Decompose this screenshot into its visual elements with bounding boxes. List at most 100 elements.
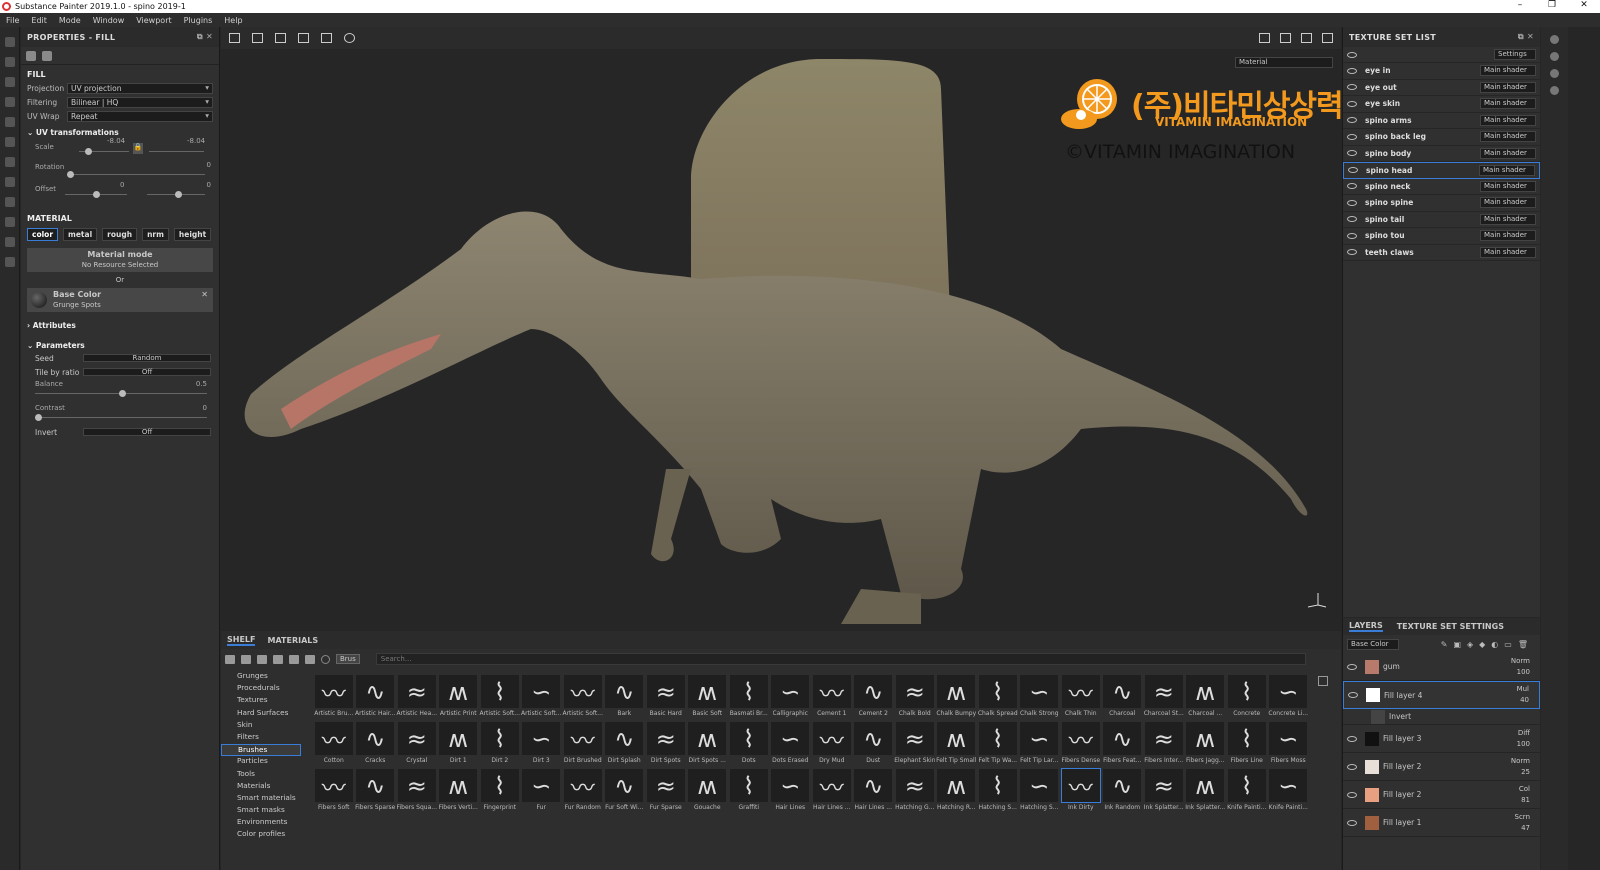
texture-set-row[interactable]: spino tou Main shader (1343, 228, 1540, 245)
texture-set-row[interactable]: teeth claws Main shader (1343, 245, 1540, 261)
shelf-brush-item[interactable]: ⌇ Graffiti (728, 769, 770, 816)
grid-view-icon[interactable] (252, 33, 263, 43)
tab-layers[interactable]: LAYERS (1349, 621, 1383, 632)
visibility-eye-icon[interactable] (1347, 183, 1357, 190)
shelf-brush-item[interactable]: 〰 Fur Random (562, 769, 604, 816)
shader-dropdown[interactable]: Main shader (1480, 230, 1536, 242)
blend-mode[interactable]: Scrn (1515, 812, 1530, 823)
projection-icon[interactable] (4, 77, 15, 87)
balance-slider[interactable]: Balance 0.5 (35, 378, 207, 402)
shelf-brush-item[interactable]: ∿ Fibers Feat... (1102, 722, 1144, 769)
shelf-brush-item[interactable]: ⌇ Fingerprint (479, 769, 521, 816)
shelf-brush-item[interactable]: ∿ Fibers Sparse (355, 769, 397, 816)
tab-shelf[interactable]: SHELF (227, 635, 256, 646)
shelf-brush-item[interactable]: ʍ Charcoal ... (1185, 675, 1227, 722)
base-color-slot[interactable]: Base Color Grunge Spots ✕ (27, 288, 213, 312)
layer-visibility-icon[interactable] (1347, 819, 1357, 826)
grid-toggle-icon[interactable] (257, 654, 267, 664)
shader-icon[interactable] (1301, 33, 1312, 43)
layer-row[interactable]: Fill layer 1 Scrn 47 (1343, 809, 1540, 837)
shelf-brush-item[interactable]: 〰 Cotton (313, 722, 355, 769)
layer-row[interactable]: gum Norm 100 (1343, 653, 1540, 681)
log-icon[interactable] (4, 257, 15, 267)
shelf-brush-item[interactable]: ≈ Ink Splatter... (1143, 769, 1185, 816)
tile-ratio-toggle[interactable]: Off (83, 368, 211, 376)
contrast-slider[interactable]: Contrast 0 (35, 402, 207, 426)
attributes-toggle[interactable]: › Attributes (21, 316, 219, 332)
remove-resource-icon[interactable]: ✕ (201, 290, 208, 299)
fill-properties-icon[interactable] (26, 50, 36, 61)
align-icon[interactable] (298, 33, 309, 43)
invert-toggle[interactable]: Off (83, 428, 211, 436)
shelf-brush-item[interactable]: ʍ Artistic Print (438, 675, 480, 722)
texture-set-row[interactable]: spino spine Main shader (1343, 195, 1540, 212)
frame-icon[interactable] (321, 33, 332, 43)
shelf-brush-item[interactable]: ⌇ Basmati Br... (728, 675, 770, 722)
channel-nrm-button[interactable]: nrm (142, 228, 169, 241)
shelf-brush-item[interactable]: ≈ Dirt Spots (645, 722, 687, 769)
shelf-brush-item[interactable]: 〰 Artistic Bru... (313, 675, 355, 722)
parameters-toggle[interactable]: ⌄ Parameters (21, 336, 219, 352)
texture-set-row[interactable]: spino body Main shader (1343, 146, 1540, 162)
shader-dropdown[interactable]: Main shader (1479, 164, 1535, 176)
layer-visibility-icon[interactable] (1347, 791, 1357, 798)
rotation-knob[interactable] (67, 171, 74, 178)
texture-set-row[interactable]: spino tail Main shader (1343, 212, 1540, 228)
shelf-category-item[interactable]: Filters (221, 732, 301, 744)
close-button[interactable]: ✕ (1568, 0, 1600, 10)
reset-camera-icon[interactable] (344, 33, 355, 43)
shelf-brush-item[interactable]: 〰 Hair Lines ... (811, 769, 853, 816)
menu-plugins[interactable]: Plugins (178, 16, 219, 25)
texture-set-row[interactable]: spino back leg Main shader (1343, 129, 1540, 146)
camera-settings-icon[interactable] (1550, 35, 1559, 44)
shelf-brush-item[interactable]: ⌇ Artistic Soft... (479, 675, 521, 722)
shelf-brush-item[interactable]: ∿ Fur Soft Wi... (604, 769, 646, 816)
offset-knob-2[interactable] (175, 191, 182, 198)
screenshot-icon[interactable] (1322, 33, 1333, 43)
shelf-brush-item[interactable]: ∿ Cracks (355, 722, 397, 769)
layer-row[interactable]: Fill layer 2 Col 81 (1343, 781, 1540, 809)
shader-dropdown[interactable]: Main shader (1480, 246, 1536, 258)
shelf-brush-item[interactable]: ∽ Chalk Strong (1019, 675, 1061, 722)
shelf-brush-item[interactable]: ʍ Basic Soft (687, 675, 729, 722)
filter-chip[interactable]: Brus (336, 654, 360, 664)
scale-knob[interactable] (85, 148, 92, 155)
seed-button[interactable]: Random (83, 354, 211, 362)
shelf-brush-item[interactable]: 〰 Dry Mud (811, 722, 853, 769)
blend-mode[interactable]: Diff (1517, 728, 1530, 739)
visibility-eye-icon[interactable] (1347, 117, 1357, 124)
shelf-brush-item[interactable]: ∽ Artistic Soft... (521, 675, 563, 722)
scale-slider[interactable]: Scale -8.04 -8.04 🔒 (27, 137, 213, 161)
shader-dropdown[interactable]: Main shader (1480, 131, 1536, 143)
channel-rough-button[interactable]: rough (102, 228, 138, 241)
texture-set-row[interactable]: eye out Main shader (1343, 80, 1540, 96)
layer-row[interactable]: Fill layer 2 Norm 25 (1343, 753, 1540, 781)
shelf-brush-item[interactable]: ∿ Hair Lines ... (853, 769, 895, 816)
shelf-brush-item[interactable]: ∽ Calligraphic (770, 675, 812, 722)
shelf-category-item[interactable]: Smart materials (221, 793, 301, 805)
panel-close-icon[interactable]: ⧉ ✕ (197, 32, 213, 42)
shelf-brush-item[interactable]: ⌇ Dots (728, 722, 770, 769)
shelf-brush-item[interactable]: ∽ Fur (521, 769, 563, 816)
camera-mode-icon[interactable] (1259, 33, 1270, 43)
texture-set-row[interactable]: spino neck Main shader (1343, 179, 1540, 195)
blend-mode[interactable]: Mul (1517, 684, 1529, 695)
filter-icon[interactable] (305, 654, 315, 664)
color-picker-icon[interactable] (4, 157, 15, 167)
symmetry-icon[interactable] (275, 33, 286, 43)
shelf-category-item[interactable]: Particles (221, 756, 301, 768)
layer-effect-row[interactable]: Invert (1343, 709, 1540, 725)
hide-icon[interactable] (273, 654, 283, 664)
shelf-brush-item[interactable]: ∽ Knife Painti... (1268, 769, 1310, 816)
circle-filter-icon[interactable] (321, 654, 330, 664)
eraser-icon[interactable] (4, 57, 15, 67)
viewport-3d[interactable]: Material (주)비타민상상력 VITAMIN IMAGINATION ©… (221, 27, 1344, 630)
shelf-brush-item[interactable]: ⌇ Felt Tip Wa... (977, 722, 1019, 769)
shelf-brush-item[interactable]: ∽ Dots Erased (770, 722, 812, 769)
menu-help[interactable]: Help (218, 16, 248, 25)
shelf-category-item[interactable]: Tools (221, 769, 301, 781)
shelf-brush-item[interactable]: ʍ Ink Splatter... (1185, 769, 1227, 816)
layer-visibility-icon[interactable] (1347, 763, 1357, 770)
single-view-icon[interactable] (229, 33, 240, 43)
menu-window[interactable]: Window (87, 16, 131, 25)
